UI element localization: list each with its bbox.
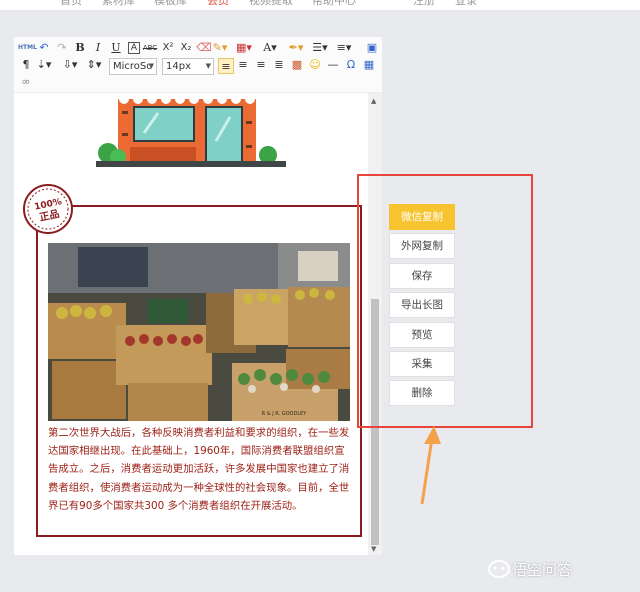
align-left-icon[interactable]: ≡ xyxy=(218,58,234,74)
nav-item-templates[interactable]: 模板库 xyxy=(154,0,187,8)
preview-button[interactable]: 预览 xyxy=(389,322,455,348)
image-icon[interactable]: ▩ xyxy=(289,57,305,73)
table-icon[interactable]: ▦ xyxy=(361,57,377,73)
export-long-image-button[interactable]: 导出长图 xyxy=(389,292,455,318)
nav-item-help[interactable]: 帮助中心 xyxy=(312,0,356,8)
text-color-button[interactable]: A▾ xyxy=(262,40,278,56)
italic-button[interactable]: I xyxy=(90,40,106,56)
external-copy-button[interactable]: 外网复制 xyxy=(389,233,455,259)
font-family-select[interactable]: MicroSo ▼ xyxy=(109,58,157,75)
emoji-icon[interactable]: ☺ xyxy=(307,57,323,73)
redo-icon[interactable]: ↷ xyxy=(54,40,70,56)
font-border-button[interactable]: A xyxy=(128,42,140,54)
nav-item-home[interactable]: 首页 xyxy=(60,0,82,8)
scroll-up-icon[interactable]: ▲ xyxy=(371,97,376,105)
annotation-arrow xyxy=(420,426,441,505)
bold-button[interactable]: B xyxy=(72,40,88,56)
superscript-button[interactable]: X² xyxy=(160,40,176,56)
editor-content[interactable]: 100% 正品 R & J R. GOODLEY 第二次世界大战后，各种反映消费… xyxy=(14,93,368,555)
highlight-icon[interactable]: ✒▾ xyxy=(288,40,304,56)
font-size-select[interactable]: 14px ▼ xyxy=(162,58,214,75)
nav-item-materials[interactable]: 素材库 xyxy=(102,0,135,8)
nav-item-video[interactable]: 视频提取 xyxy=(249,0,293,8)
nav-item-member[interactable]: 会员 xyxy=(207,0,229,8)
action-panel: 微信复制 外网复制 保存 导出长图 预览 采集 删除 xyxy=(357,174,533,428)
wukong-logo-icon xyxy=(488,560,510,578)
paragraph-icon[interactable]: ¶ xyxy=(18,57,34,73)
crate-label: R & J R. GOODLEY xyxy=(262,411,308,417)
align-center-icon[interactable]: ≡ xyxy=(235,57,251,73)
genuine-badge: 100% 正品 xyxy=(23,184,73,234)
save-button[interactable]: 保存 xyxy=(389,263,455,289)
horizontal-rule-icon[interactable]: — xyxy=(325,57,341,73)
subscript-button[interactable]: X₂ xyxy=(178,40,194,56)
html-source-button[interactable]: HTML xyxy=(18,40,37,56)
font-color-icon[interactable]: ▦▾ xyxy=(236,40,252,56)
undo-icon[interactable]: ↶ xyxy=(36,40,52,56)
underline-button[interactable]: U xyxy=(108,40,124,56)
paragraph-spacing-icon[interactable]: ⇩▾ xyxy=(62,57,78,73)
format-painter-icon[interactable]: ✎▾ xyxy=(212,40,228,56)
indent-icon[interactable]: ⇕▾ xyxy=(86,57,102,73)
top-nav: 首页 素材库 模板库 会员 视频提取 帮助中心 注册 登录 xyxy=(0,0,640,10)
delete-button[interactable]: 删除 xyxy=(389,380,455,406)
eraser-icon[interactable]: ⌫ xyxy=(196,40,212,56)
watermark-text: 悟空问答 xyxy=(512,561,573,579)
article-text: 第二次世界大战后，各种反映消费者利益和要求的组织，在一些发达国家相继出现。在此基… xyxy=(48,427,350,512)
nav-login[interactable]: 登录 xyxy=(455,0,477,8)
rich-text-editor: HTML ↶ ↷ B I U A ABC X² X₂ ⌫ ✎▾ ▦▾ A▾ ✒▾… xyxy=(14,37,382,555)
special-char-icon[interactable]: Ω xyxy=(343,57,359,73)
strikethrough-button[interactable]: ABC xyxy=(142,40,158,56)
produce-crates-photo: R & J R. GOODLEY xyxy=(48,243,350,421)
nav-register[interactable]: 注册 xyxy=(413,0,435,8)
fullscreen-icon[interactable]: ▣ xyxy=(364,40,380,56)
line-height-icon[interactable]: ⇣▾ xyxy=(36,57,52,73)
scroll-down-icon[interactable]: ▼ xyxy=(371,545,376,553)
align-justify-icon[interactable]: ≣ xyxy=(271,57,287,73)
editor-toolbar: HTML ↶ ↷ B I U A ABC X² X₂ ⌫ ✎▾ ▦▾ A▾ ✒▾… xyxy=(14,37,382,93)
unordered-list-icon[interactable]: ≡▾ xyxy=(336,40,352,56)
wechat-copy-button[interactable]: 微信复制 xyxy=(389,204,455,230)
collect-button[interactable]: 采集 xyxy=(389,351,455,377)
ordered-list-icon[interactable]: ☰▾ xyxy=(312,40,328,56)
shop-illustration xyxy=(96,93,286,167)
align-right-icon[interactable]: ≡ xyxy=(253,57,269,73)
link-icon[interactable]: ∞ xyxy=(18,74,34,90)
